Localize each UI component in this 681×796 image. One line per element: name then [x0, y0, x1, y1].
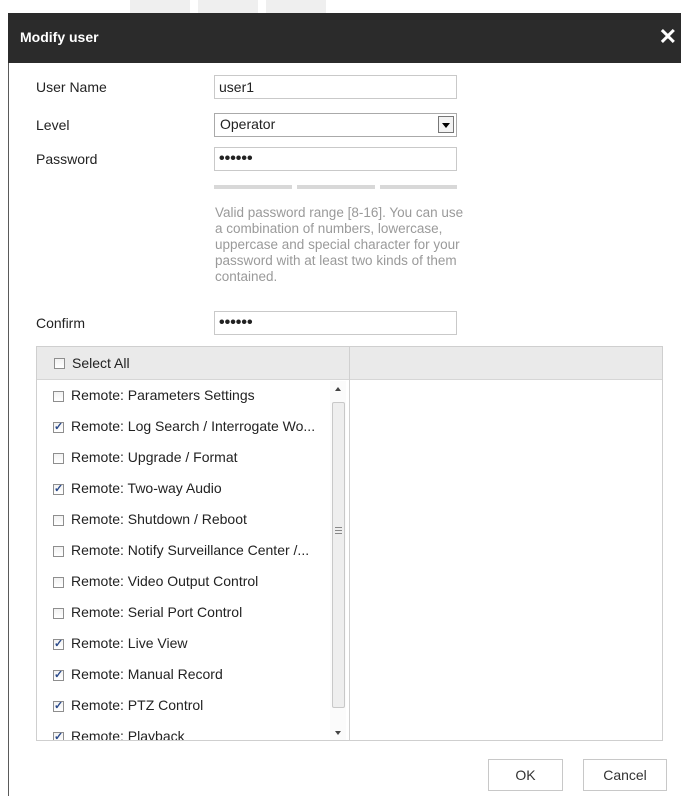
permission-checkbox[interactable]: [53, 453, 64, 464]
scrollbar-thumb[interactable]: [332, 402, 345, 708]
panel-divider: [349, 347, 350, 740]
permission-item[interactable]: Remote: Upgrade / Format: [37, 443, 330, 474]
strength-bar-3: [380, 185, 457, 189]
permission-label: Remote: Shutdown / Reboot: [71, 511, 247, 527]
permission-item[interactable]: Remote: Serial Port Control: [37, 598, 330, 629]
select-all-label: Select All: [72, 355, 130, 371]
permission-label: Remote: Playback: [71, 728, 185, 741]
permission-label: Remote: Notify Surveillance Center /...: [71, 542, 310, 558]
permission-checkbox[interactable]: [53, 608, 64, 619]
scroll-up-icon[interactable]: [335, 387, 341, 391]
permission-label: Remote: Manual Record: [71, 666, 223, 682]
permission-item[interactable]: Remote: PTZ Control: [37, 691, 330, 722]
permission-item[interactable]: Remote: Video Output Control: [37, 567, 330, 598]
permissions-list[interactable]: Remote: Parameters Settings Remote: Log S…: [37, 381, 330, 741]
permission-checkbox[interactable]: [53, 730, 64, 740]
scroll-down-icon[interactable]: [335, 731, 341, 735]
background-tabs-strip: [0, 0, 681, 13]
permission-checkbox[interactable]: [53, 546, 64, 557]
scroll-grip-icon: [335, 527, 342, 536]
strength-bar-2: [297, 185, 375, 189]
permission-checkbox[interactable]: [53, 482, 64, 495]
level-select[interactable]: Operator: [214, 113, 457, 137]
user-name-input[interactable]: user1: [214, 75, 457, 99]
confirm-label: Confirm: [36, 315, 86, 331]
permission-label: Remote: Live View: [71, 635, 188, 651]
cancel-button[interactable]: Cancel: [583, 759, 667, 791]
level-label: Level: [36, 117, 70, 133]
permission-label: Remote: Parameters Settings: [71, 387, 255, 403]
level-select-value: Operator: [220, 116, 276, 132]
dialog-title-bar: Modify user ✕: [8, 13, 681, 63]
permission-checkbox[interactable]: [53, 699, 64, 712]
permission-checkbox[interactable]: [53, 391, 64, 402]
permission-label: Remote: Video Output Control: [71, 573, 259, 589]
chevron-down-icon[interactable]: [438, 116, 454, 133]
user-name-label: User Name: [36, 79, 107, 95]
permission-checkbox[interactable]: [53, 420, 64, 433]
close-icon[interactable]: ✕: [659, 26, 677, 48]
permission-checkbox[interactable]: [53, 577, 64, 588]
permission-checkbox[interactable]: [53, 515, 64, 526]
permission-item[interactable]: Remote: Shutdown / Reboot: [37, 505, 330, 536]
permission-item[interactable]: Remote: Live View: [37, 629, 330, 660]
permission-item[interactable]: Remote: Notify Surveillance Center /...: [37, 536, 330, 567]
permission-label: Remote: Two-way Audio: [71, 480, 222, 496]
permission-checkbox[interactable]: [53, 637, 64, 650]
permission-item[interactable]: Remote: Two-way Audio: [37, 474, 330, 505]
strength-bar-1: [214, 185, 292, 189]
permission-label: Remote: Upgrade / Format: [71, 449, 238, 465]
dialog-left-border: [8, 63, 9, 796]
select-all-checkbox[interactable]: [54, 358, 65, 369]
permission-label: Remote: Serial Port Control: [71, 604, 243, 620]
permission-item[interactable]: Remote: Parameters Settings: [37, 381, 330, 412]
password-hint: Valid password range [8-16]. You can use…: [215, 205, 464, 284]
permission-label: Remote: PTZ Control: [71, 697, 204, 713]
password-label: Password: [36, 151, 98, 167]
permission-checkbox[interactable]: [53, 668, 64, 681]
permission-item[interactable]: Remote: Log Search / Interrogate Wo...: [37, 412, 330, 443]
permission-item[interactable]: Remote: Manual Record: [37, 660, 330, 691]
permissions-panel: Select All Remote: Parameters SettingsRe…: [36, 346, 663, 741]
password-input[interactable]: ••••••: [214, 147, 457, 171]
permission-item[interactable]: Remote: Playback: [37, 722, 330, 741]
ok-button[interactable]: OK: [488, 759, 563, 791]
dialog-title: Modify user: [20, 29, 99, 45]
permission-label: Remote: Log Search / Interrogate Wo...: [71, 418, 316, 434]
confirm-input[interactable]: ••••••: [214, 311, 457, 335]
